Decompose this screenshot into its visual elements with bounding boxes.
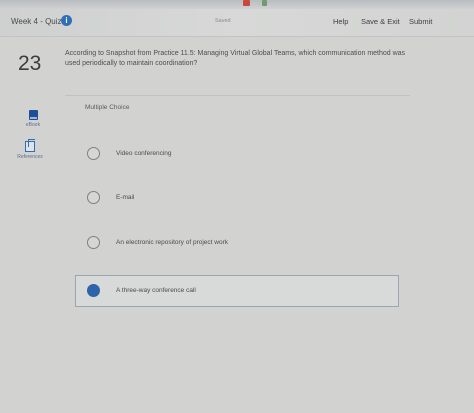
question-text: According to Snapshot from Practice 11.5… xyxy=(65,50,406,67)
radio-button[interactable] xyxy=(87,147,100,160)
submit-button[interactable]: Submit xyxy=(409,17,432,26)
browser-top-strip xyxy=(0,0,474,9)
answer-option-label: E-mail xyxy=(116,194,135,201)
help-button[interactable]: Help xyxy=(333,17,348,26)
radio-button[interactable] xyxy=(87,191,100,204)
browser-tab-icon-red xyxy=(243,0,250,6)
answer-option[interactable]: Video conferencing xyxy=(75,138,399,170)
ebook-label: eBook xyxy=(25,122,41,128)
answer-option[interactable]: E-mail xyxy=(75,182,399,214)
quiz-header: Week 4 - Quiz i Saved Help Save & Exit S… xyxy=(0,9,474,37)
radio-button[interactable] xyxy=(87,236,100,249)
references-label: References xyxy=(17,154,43,160)
question-type-label: Multiple Choice xyxy=(85,104,130,111)
saved-status: Saved xyxy=(215,18,231,24)
save-exit-button[interactable]: Save & Exit xyxy=(361,17,400,26)
answer-option[interactable]: An electronic repository of project work xyxy=(75,227,399,259)
question-number: 23 xyxy=(18,52,42,75)
ebook-link[interactable]: eBook xyxy=(18,110,48,128)
references-link[interactable]: References xyxy=(12,139,48,160)
answer-option-label: Video conferencing xyxy=(116,150,172,157)
answer-option-label: An electronic repository of project work xyxy=(116,239,228,246)
references-icon xyxy=(25,139,35,152)
answer-option-label: A three-way conference call xyxy=(116,287,196,294)
radio-button-checked[interactable] xyxy=(87,284,100,297)
answer-option-selected[interactable]: A three-way conference call xyxy=(75,275,399,307)
quiz-title: Week 4 - Quiz xyxy=(11,17,62,26)
browser-tab-icon-green xyxy=(262,0,267,6)
book-icon xyxy=(28,110,38,120)
info-icon[interactable]: i xyxy=(61,15,72,26)
question-divider xyxy=(65,95,410,96)
